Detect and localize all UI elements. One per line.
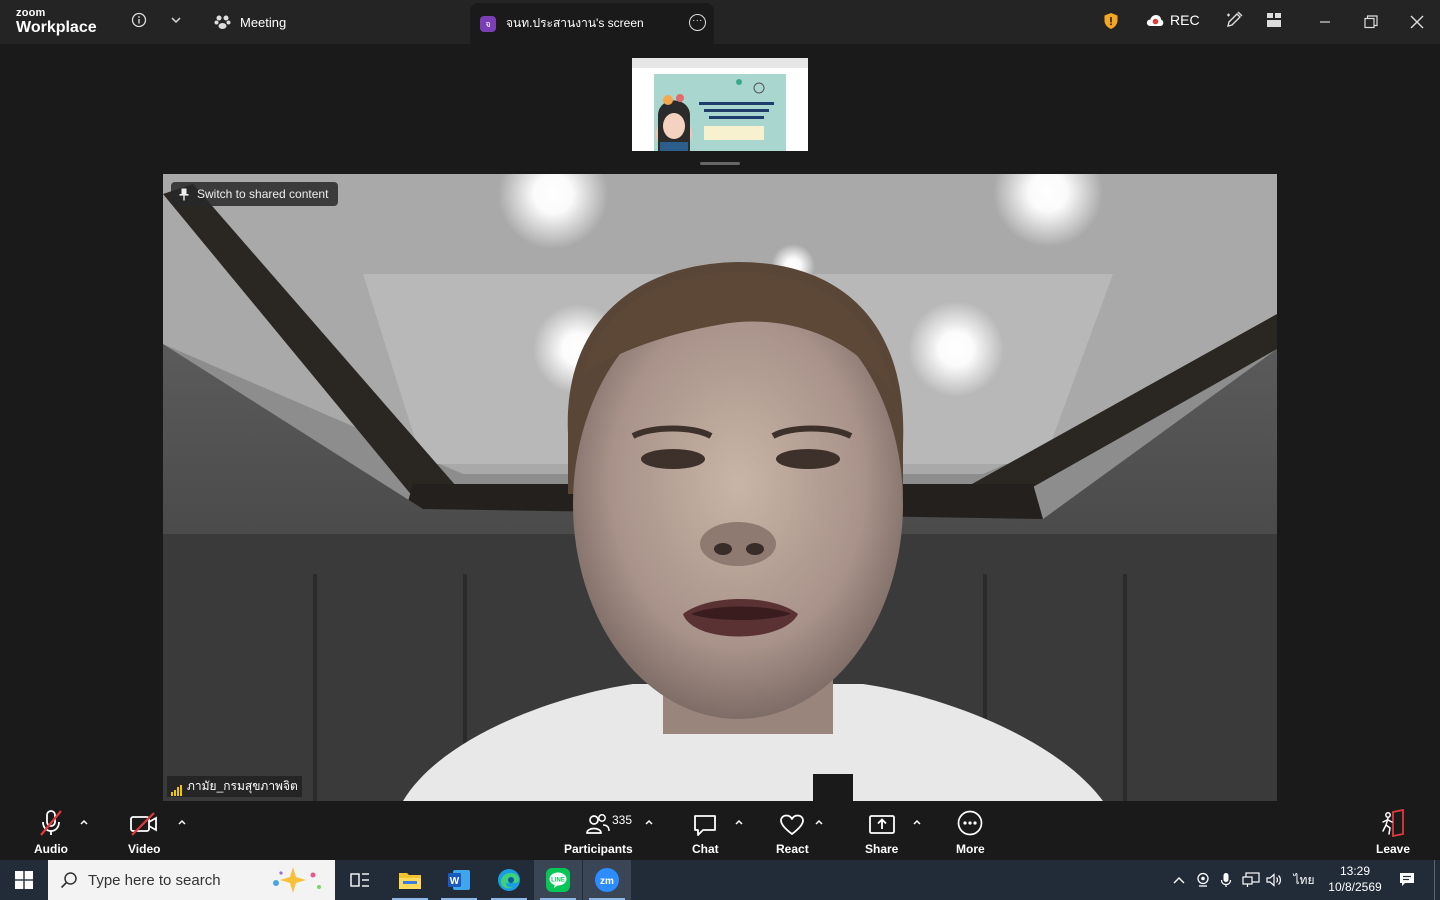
svg-text:W: W (450, 876, 460, 887)
taskbar-search-box[interactable]: Type here to search (48, 860, 335, 900)
input-language-indicator[interactable]: ไทย (1290, 860, 1318, 900)
show-desktop-button[interactable] (1434, 860, 1440, 900)
share-options-caret-icon[interactable] (912, 817, 922, 827)
logo-big-text: Workplace (16, 19, 97, 36)
switch-to-shared-content-button[interactable]: Switch to shared content (171, 182, 339, 206)
svg-text:zm: zm (600, 876, 614, 887)
search-icon (60, 872, 77, 889)
line-app-icon[interactable]: LINE (534, 860, 582, 900)
view-layout-icon[interactable] (1264, 10, 1284, 30)
volume-icon[interactable] (1264, 860, 1284, 900)
video-frame-image (163, 174, 1277, 801)
chat-label: Chat (692, 842, 719, 856)
close-icon[interactable] (1407, 12, 1427, 32)
chat-bubble-icon (694, 815, 717, 836)
participants-options-caret-icon[interactable] (644, 817, 654, 827)
share-button[interactable]: Share (865, 809, 898, 856)
thumbnail-browser-bar (632, 58, 808, 68)
windows-start-icon[interactable] (0, 860, 48, 900)
participants-icon (586, 814, 611, 834)
security-shield-icon[interactable] (1101, 11, 1121, 31)
audio-button[interactable]: Audio (34, 809, 68, 856)
shared-screen-thumbnail[interactable] (632, 58, 808, 151)
video-button[interactable]: Video (128, 809, 160, 856)
tab-meeting-label: Meeting (240, 14, 287, 30)
video-options-caret-icon[interactable] (177, 817, 187, 827)
leave-door-icon (1382, 809, 1404, 837)
rec-label: REC (1170, 12, 1200, 28)
edge-browser-icon[interactable] (485, 860, 533, 900)
stopped-video-icon (130, 812, 158, 836)
cloud-recording-indicator[interactable]: REC (1146, 12, 1200, 28)
react-button[interactable]: React (776, 809, 809, 856)
video-label: Video (128, 842, 161, 856)
chat-options-caret-icon[interactable] (734, 817, 744, 827)
react-label: React (776, 842, 809, 856)
share-screen-icon (868, 815, 895, 834)
participants-paw-icon (214, 15, 231, 29)
restore-icon[interactable] (1361, 12, 1381, 32)
audio-label: Audio (34, 842, 68, 856)
cloud-record-icon (1146, 14, 1164, 26)
participants-label: Participants (564, 842, 633, 856)
audio-options-caret-icon[interactable] (79, 817, 89, 827)
minimize-icon[interactable] (1315, 12, 1335, 32)
signal-strength-icon (171, 785, 182, 796)
windows-taskbar: Type here to search W LINE zm ไทย 13:29 … (0, 860, 1440, 900)
search-placeholder: Type here to search (88, 871, 221, 889)
active-speaker-video: Switch to shared content ภามัย_กรมสุขภาพ… (163, 174, 1277, 801)
file-explorer-icon[interactable] (386, 860, 434, 900)
sharer-avatar-badge: จ (480, 15, 496, 32)
pin-icon (179, 188, 189, 200)
tab-meeting[interactable]: Meeting (214, 0, 286, 44)
network-icon[interactable] (1240, 860, 1262, 900)
zoom-logo: zoom Workplace (16, 8, 97, 36)
zoom-app-icon[interactable]: zm (583, 860, 631, 900)
search-highlight-sparkle-icon (273, 867, 321, 893)
title-bar: zoom Workplace Meeting จ จนท.ประสานงาน's… (0, 0, 1440, 44)
input-language-label: ไทย (1293, 872, 1315, 887)
clock-time: 13:29 (1339, 864, 1371, 878)
leave-label: Leave (1376, 842, 1411, 856)
tray-overflow-chevron-icon[interactable] (1170, 860, 1188, 900)
tab-shared-screen-label: จนท.ประสานงาน's screen (506, 16, 644, 30)
webcam-in-use-icon[interactable] (1194, 860, 1212, 900)
more-dots-icon (957, 810, 983, 836)
chat-button[interactable]: Chat (692, 809, 719, 856)
more-button[interactable]: More (956, 809, 985, 856)
info-icon[interactable] (129, 10, 149, 30)
participants-count: 335 (612, 813, 633, 827)
leave-button[interactable]: Leave (1376, 809, 1410, 856)
muted-microphone-icon (40, 810, 62, 836)
annotate-pen-icon[interactable] (1224, 10, 1244, 30)
logo-small-text: zoom (16, 7, 46, 19)
switch-to-shared-content-label: Switch to shared content (197, 187, 329, 201)
more-label: More (956, 842, 985, 856)
meeting-controls-bar: Audio Video Participants Chat React Shar… (0, 801, 1440, 860)
task-view-icon[interactable] (336, 860, 384, 900)
heart-icon (780, 814, 805, 835)
participant-name-tag: ภามัย_กรมสุขภาพจิต (167, 776, 302, 797)
tab-more-icon[interactable]: ··· (689, 14, 706, 31)
notifications-icon[interactable] (1395, 860, 1419, 900)
clock-date: 10/8/2569 (1328, 880, 1382, 894)
taskbar-clock[interactable]: 13:29 10/8/2569 (1322, 863, 1388, 895)
tab-shared-screen[interactable]: จ จนท.ประสานงาน's screen ··· (470, 3, 714, 44)
share-label: Share (865, 842, 899, 856)
svg-text:LINE: LINE (551, 878, 565, 884)
chevron-down-icon[interactable] (166, 10, 186, 30)
participant-name: ภามัย_กรมสุขภาพจิต (187, 779, 298, 793)
microphone-in-use-icon[interactable] (1217, 860, 1235, 900)
thumbnail-slide-image (654, 74, 786, 151)
word-icon[interactable]: W (435, 860, 483, 900)
thumbnail-resize-grip[interactable] (700, 162, 740, 165)
react-options-caret-icon[interactable] (814, 817, 824, 827)
